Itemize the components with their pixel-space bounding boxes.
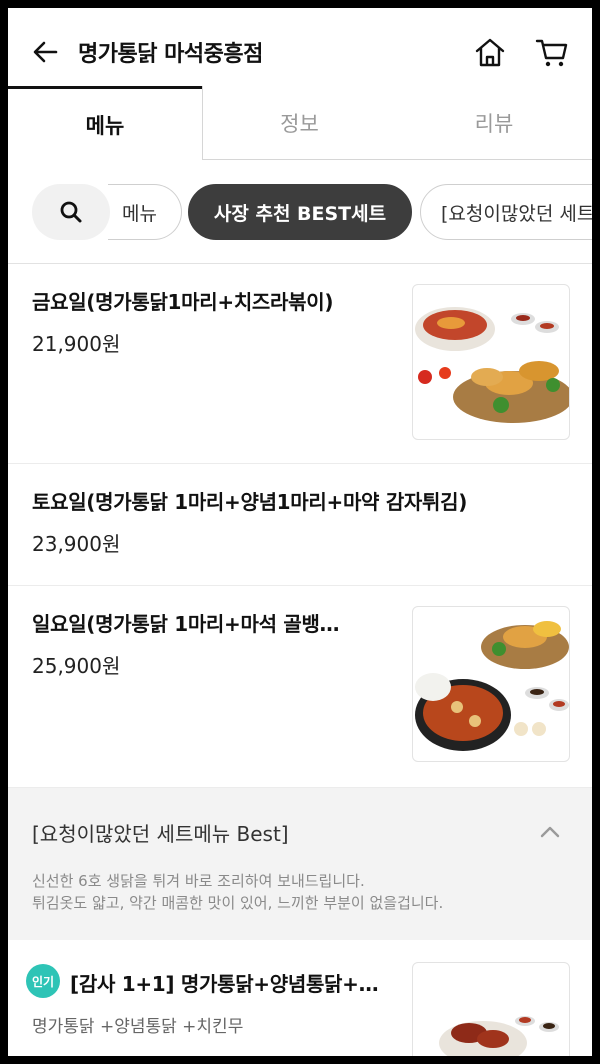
menu-item-name: 일요일(명가통닭 1마리+마석 골뱅… — [32, 612, 340, 636]
tab-reviews[interactable]: 리뷰 — [396, 86, 592, 160]
menu-item-photo — [412, 284, 570, 440]
chevron-up-icon[interactable] — [536, 818, 564, 846]
tab-bar: 메뉴 정보 리뷰 — [8, 86, 592, 160]
header: 명가통닭 마석중흥점 — [8, 8, 592, 86]
store-title: 명가통닭 마석중흥점 — [78, 42, 263, 67]
category-description: 신선한 6호 생닭을 튀겨 바로 조리하여 보내드립니다. 튀김옷도 얇고, 약… — [32, 870, 443, 914]
category-chip-bar: 메뉴 사장 추천 BEST세트 [요청이많았던 세트 — [8, 160, 592, 264]
category-section-header[interactable]: [요청이많았던 세트메뉴 Best] 신선한 6호 생닭을 튀겨 바로 조리하여… — [8, 788, 592, 940]
tab-menu[interactable]: 메뉴 — [8, 86, 202, 160]
category-description-line: 신선한 6호 생닭을 튀겨 바로 조리하여 보내드립니다. — [32, 872, 365, 890]
cart-icon[interactable] — [534, 34, 570, 70]
menu-item-price: 25,900원 — [32, 654, 121, 678]
menu-item[interactable]: 일요일(명가통닭 1마리+마석 골뱅… 25,900원 — [8, 586, 592, 788]
category-title: [요청이많았던 세트메뉴 Best] — [32, 822, 289, 846]
category-description-line: 튀김옷도 얇고, 약간 매콤한 맛이 있어, 느끼한 부분이 없을겁니다. — [32, 894, 444, 912]
chip-requested-set[interactable]: [요청이많았던 세트 — [420, 184, 592, 240]
app-screen: 명가통닭 마석중흥점 메뉴 정보 리뷰 메뉴 사장 추천 BEST세트 [요청이… — [8, 8, 592, 1056]
chip-menu[interactable]: 메뉴 — [108, 184, 182, 240]
menu-item-photo — [412, 962, 570, 1056]
home-icon[interactable] — [472, 34, 508, 70]
menu-item-name: 토요일(명가통닭 1마리+양념1마리+마약 감자튀김) — [32, 490, 468, 514]
menu-item-name: [감사 1+1] 명가통닭+양념통닭+… — [70, 972, 379, 996]
back-arrow-icon[interactable] — [30, 36, 62, 68]
menu-item-photo — [412, 606, 570, 762]
search-icon — [60, 201, 82, 223]
menu-item-price: 23,900원 — [32, 532, 121, 556]
menu-item-name: 금요일(명가통닭1마리+치즈라볶이) — [32, 290, 334, 314]
chip-owner-best-set[interactable]: 사장 추천 BEST세트 — [188, 184, 412, 240]
menu-item[interactable]: 금요일(명가통닭1마리+치즈라볶이) 21,900원 — [8, 264, 592, 464]
menu-search-button[interactable] — [32, 184, 110, 240]
menu-item[interactable]: 인기 [감사 1+1] 명가통닭+양념통닭+… 명가통닭 +양념통닭 +치킨무 — [8, 940, 592, 1056]
tab-info[interactable]: 정보 — [202, 86, 396, 160]
menu-item-description: 명가통닭 +양념통닭 +치킨무 — [32, 1017, 244, 1037]
menu-item-price: 21,900원 — [32, 332, 121, 356]
popular-badge: 인기 — [26, 964, 60, 998]
menu-item[interactable]: 토요일(명가통닭 1마리+양념1마리+마약 감자튀김) 23,900원 — [8, 464, 592, 586]
